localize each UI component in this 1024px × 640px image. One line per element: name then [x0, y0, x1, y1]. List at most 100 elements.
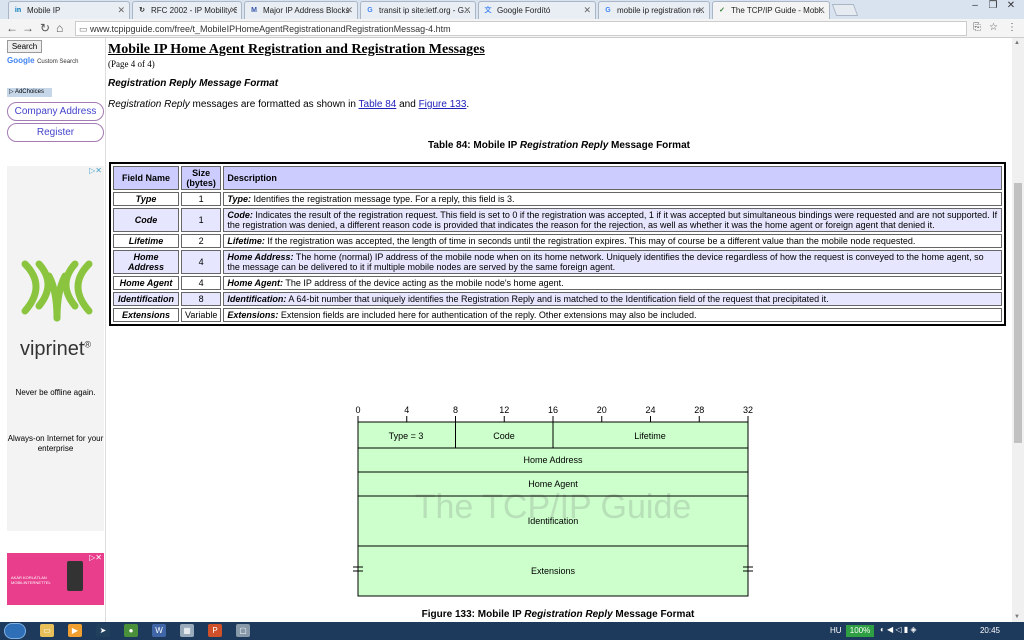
translate-icon[interactable]: ⎘ [973, 21, 981, 35]
page-title: Mobile IP Home Agent Registration and Re… [108, 42, 485, 57]
window-icon[interactable]: ▢ [236, 624, 250, 637]
forward-icon[interactable]: → [22, 21, 34, 35]
field-name-cell: Identification [113, 292, 179, 306]
register-button[interactable]: Register [7, 123, 104, 142]
tab-3[interactable]: Gtransit ip site:ietf.org - G... ✕ [360, 1, 476, 19]
minimize-icon[interactable]: – [966, 0, 984, 11]
chrome-icon[interactable]: ● [124, 624, 138, 637]
table-row: Extensions Variable Extensions: Extension … [113, 308, 1002, 322]
figure-caption-b: Message Format [612, 609, 695, 620]
tab-close-icon[interactable]: ✕ [229, 5, 237, 16]
description-cell: Home Address: The home (normal) IP addre… [223, 250, 1002, 274]
intro-text: messages are formatted as shown in [189, 99, 359, 110]
description-text: A 64-bit number that uniquely identifies… [286, 294, 829, 304]
calculator-icon[interactable]: ▦ [180, 624, 194, 637]
header-size: Size (bytes) [181, 166, 222, 190]
new-tab-button[interactable] [831, 4, 859, 16]
tab-favicon-icon: in [14, 7, 22, 14]
tab-close-icon[interactable]: ✕ [345, 5, 353, 16]
tab-5[interactable]: Gmobile ip registration re... ✕ [598, 1, 710, 19]
scrollbar-thumb[interactable] [1014, 183, 1022, 443]
bookmark-star-icon[interactable]: ☆ [989, 21, 998, 35]
menu-icon[interactable]: ⋮ [1007, 21, 1017, 35]
field-name-cell: Extensions [113, 308, 179, 322]
word-icon[interactable]: W [152, 624, 166, 637]
close-icon[interactable]: ✕ [1002, 0, 1020, 11]
tab-label: RFC 2002 - IP Mobility S... [151, 6, 237, 15]
page-counter: (Page 4 of 4) [108, 59, 155, 69]
tab-favicon-icon: ✓ [719, 7, 725, 14]
table-84-link[interactable]: Table 84 [359, 99, 397, 110]
bit-label: 28 [694, 405, 704, 415]
url-field[interactable]: ▭ www.tcpipguide.com/free/t_MobileIPHomeA… [75, 21, 967, 36]
field-name-cell: Lifetime [113, 234, 179, 248]
figure-caption: Figure 133: Mobile IP Registration Reply… [108, 609, 1008, 620]
tab-2[interactable]: M Major IP Address Blocks ✕ [244, 1, 358, 19]
url-text: www.tcpipguide.com/free/t_MobileIPHomeAg… [90, 24, 451, 34]
ad-tagline: Never be offline again. [15, 388, 96, 397]
battery-indicator[interactable]: 100% [846, 625, 874, 637]
description-term: Code: [227, 210, 253, 220]
description-cell: Home Agent: The IP address of the device… [223, 276, 1002, 290]
tab-close-icon[interactable]: ✕ [583, 5, 591, 16]
viprinet-ad[interactable]: ▷✕ viprinet® Never be offline again. Alw… [7, 166, 104, 531]
tab-0[interactable]: in Mobile IP ✕ [8, 1, 130, 19]
search-button[interactable]: Search [7, 40, 42, 53]
scroll-up-icon[interactable]: ▲ [1014, 40, 1020, 46]
scroll-down-icon[interactable]: ▼ [1014, 614, 1020, 620]
field-type: Type = 3 [389, 431, 424, 441]
mobile-internet-ad[interactable]: ▷✕ AKÁR KORLÁTLAN MOBILINTERNETTEL [7, 553, 104, 605]
google-custom-search: Google Custom Search [7, 55, 78, 65]
tab-close-icon[interactable]: ✕ [817, 5, 825, 16]
language-indicator[interactable]: HU [830, 626, 842, 635]
size-cell: 8 [181, 292, 222, 306]
start-button[interactable] [4, 623, 26, 639]
bit-label: 32 [743, 405, 753, 415]
bit-label: 0 [355, 405, 360, 415]
description-cell: Lifetime: If the registration was accept… [223, 234, 1002, 248]
tab-label: mobile ip registration re... [617, 6, 705, 15]
tab-close-icon[interactable]: ✕ [697, 5, 705, 16]
description-text: If the registration was accepted, the le… [264, 236, 916, 246]
back-icon[interactable]: ← [6, 21, 18, 35]
tab-label: Mobile IP [27, 6, 61, 15]
tab-4[interactable]: 文 Google Fordító ✕ [478, 1, 596, 19]
table-row: Lifetime 2 Lifetime: If the registration w… [113, 234, 1002, 248]
bit-label: 20 [597, 405, 607, 415]
tab-label: Major IP Address Blocks [263, 6, 350, 15]
tab-6[interactable]: ✓ The TCP/IP Guide - Mobi... ✕ [712, 1, 830, 19]
powerpoint-icon[interactable]: P [208, 624, 222, 637]
description-term: Home Agent: [227, 278, 284, 288]
header-description: Description [223, 166, 1002, 190]
figure-133-link[interactable]: Figure 133 [419, 99, 467, 110]
explorer-icon[interactable]: ▭ [40, 624, 54, 637]
description-term: Extensions: [227, 310, 279, 320]
taskbar: ▭ ▶ ➤ ● W ▦ P ▢ HU 100% ◐ ◀ ◁ ▮ ◈ 20:45 [0, 622, 1024, 640]
field-home-address: Home Address [523, 455, 583, 465]
ad-close-icon[interactable]: ▷✕ [89, 166, 102, 175]
google-logo: Google [7, 56, 35, 65]
ad-brand: viprinet® [7, 338, 104, 361]
description-term: Lifetime: [227, 236, 265, 246]
vertical-scrollbar[interactable]: ▲ ▼ [1012, 38, 1024, 622]
size-cell: 2 [181, 234, 222, 248]
tab-close-icon[interactable]: ✕ [117, 5, 125, 16]
description-text: Extension fields are included here for a… [278, 310, 697, 320]
reload-icon[interactable]: ↻ [40, 21, 50, 35]
tab-label: The TCP/IP Guide - Mobi... [731, 6, 825, 15]
tab-close-icon[interactable]: ✕ [463, 5, 471, 16]
media-player-icon[interactable]: ▶ [68, 624, 82, 637]
field-name-cell: Home Agent [113, 276, 179, 290]
tab-favicon-icon: ↻ [139, 7, 145, 14]
field-code: Code [493, 431, 515, 441]
maximize-icon[interactable]: ❐ [984, 0, 1002, 11]
tab-1[interactable]: ↻ RFC 2002 - IP Mobility S... ✕ [132, 1, 242, 19]
adchoices-badge[interactable]: ▷ AdChoices [7, 88, 52, 97]
ad-close-icon[interactable]: ▷✕ [89, 553, 102, 562]
tab-favicon-icon: 文 [484, 7, 492, 14]
description-cell: Extensions: Extension fields are include… [223, 308, 1002, 322]
home-icon[interactable]: ⌂ [56, 21, 63, 35]
figure-caption-em: Registration Reply [524, 609, 613, 620]
app-icon[interactable]: ➤ [96, 624, 110, 637]
company-address-button[interactable]: Company Address [7, 102, 104, 121]
